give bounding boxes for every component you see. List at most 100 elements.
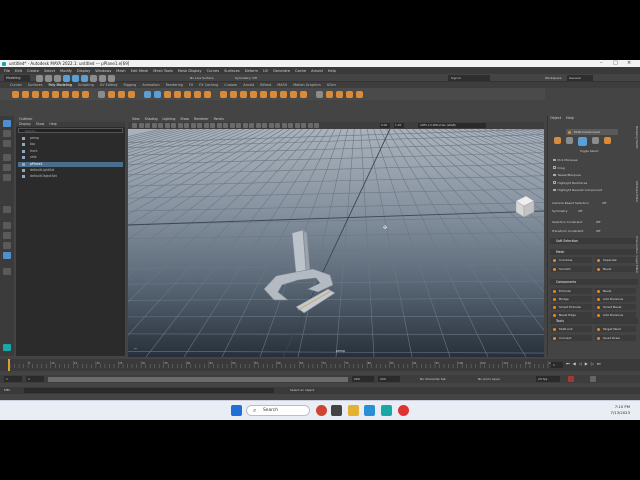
combine-icon[interactable] xyxy=(144,90,151,98)
current-frame-field[interactable]: 1 xyxy=(551,362,563,368)
outliner-item[interactable]: defaultLightSet xyxy=(18,168,123,173)
menu-uv[interactable]: UV xyxy=(263,69,268,73)
taskbar-clock[interactable]: 7:10 PM 7/13/2023 xyxy=(611,404,630,416)
target-weld-icon[interactable] xyxy=(290,90,297,98)
menu-arnold[interactable]: Arnold xyxy=(311,69,323,73)
shadows-icon[interactable] xyxy=(249,123,254,128)
shelf-tab-custom[interactable]: Custom xyxy=(224,83,237,87)
anim-layer-dropdown[interactable]: No Anim Layer xyxy=(478,376,500,382)
symmetry-state[interactable]: Off xyxy=(578,209,582,213)
select-camera-icon[interactable] xyxy=(132,123,137,128)
type-icon[interactable] xyxy=(118,90,125,98)
default-material-icon[interactable] xyxy=(229,123,235,128)
outliner-menu-display[interactable]: Display xyxy=(19,122,31,127)
selection-option[interactable]: Drag xyxy=(553,166,565,170)
exposure-icon[interactable] xyxy=(307,123,313,128)
camera-based-state[interactable]: Off xyxy=(602,201,606,205)
backface-culling-icon[interactable] xyxy=(301,123,306,128)
save-scene-icon[interactable] xyxy=(54,75,61,82)
outliner-item[interactable]: side xyxy=(18,155,123,160)
move-tool-icon[interactable] xyxy=(3,154,11,161)
selection-option[interactable]: Highlight Backfaces xyxy=(553,181,587,185)
xray-icon[interactable] xyxy=(281,123,287,128)
quad-draw-button[interactable]: Quad Draw xyxy=(595,335,636,341)
use-lights-icon[interactable] xyxy=(242,123,248,128)
outliner-item[interactable]: top xyxy=(18,142,123,147)
smooth-button[interactable]: Smooth xyxy=(551,266,592,272)
browser-icon[interactable] xyxy=(364,405,375,416)
outliner-item[interactable]: defaultObjectSet xyxy=(18,174,123,179)
checkbox-icon[interactable] xyxy=(553,166,556,169)
selection-option[interactable]: Tweak/Marquee xyxy=(553,173,581,177)
mel-input[interactable] xyxy=(24,388,274,393)
grid-icon[interactable] xyxy=(171,123,176,128)
outliner-search-input[interactable]: Search... xyxy=(18,128,123,133)
menu-mesh-tools[interactable]: Mesh Tools xyxy=(153,69,172,73)
checkbox-icon[interactable] xyxy=(553,173,556,176)
separate-icon[interactable] xyxy=(154,90,161,98)
view-cube[interactable] xyxy=(515,195,535,218)
multi-cut-icon[interactable] xyxy=(280,90,287,98)
menu-create[interactable]: Create xyxy=(27,69,39,73)
checkbox-icon[interactable] xyxy=(553,188,556,191)
range-bar[interactable] xyxy=(48,376,348,382)
shelf-tab-fx[interactable]: FX xyxy=(189,83,193,87)
connect-button[interactable]: Connect xyxy=(551,335,592,341)
textured-icon[interactable] xyxy=(236,123,241,128)
value-a-field[interactable]: 0.00 xyxy=(380,123,390,128)
attr-tab-help[interactable]: Help xyxy=(566,116,574,120)
sphere-icon[interactable] xyxy=(12,90,19,98)
menu-select[interactable]: Select xyxy=(44,69,55,73)
mirror-icon[interactable] xyxy=(204,90,211,98)
task-view-icon[interactable] xyxy=(316,405,327,416)
outliner-menu-help[interactable]: Help xyxy=(49,122,56,127)
menu-help[interactable]: Help xyxy=(328,69,336,73)
plane-icon[interactable] xyxy=(62,90,69,98)
gate-mask-icon[interactable] xyxy=(190,123,196,128)
camera-uv-icon[interactable] xyxy=(346,90,353,98)
snap-point-icon[interactable] xyxy=(108,75,115,82)
uv-mode-icon[interactable] xyxy=(604,137,611,144)
start-frame-field[interactable]: 1 xyxy=(4,376,22,382)
workspace-dropdown[interactable]: General xyxy=(567,75,593,81)
side-tab[interactable]: Modeling Toolkit xyxy=(635,126,639,149)
rotate-tool-icon[interactable] xyxy=(3,164,11,171)
shelf-tab-fx-caching[interactable]: FX Caching xyxy=(199,83,218,87)
smart-extrude-button[interactable]: Smart Extrude xyxy=(551,304,592,310)
object-mode-icon[interactable] xyxy=(554,137,561,144)
step-back-icon[interactable]: ◀ xyxy=(573,361,576,366)
widget-icon[interactable] xyxy=(331,405,342,416)
smooth-icon[interactable] xyxy=(184,90,191,98)
mode-dropdown[interactable]: Modeling xyxy=(4,75,30,81)
bridge-icon[interactable] xyxy=(230,90,237,98)
menu-edit-mesh[interactable]: Edit Mesh xyxy=(131,69,149,73)
menu-mesh-display[interactable]: Mesh Display xyxy=(178,69,202,73)
platonic-icon[interactable] xyxy=(82,90,89,98)
file-explorer-icon[interactable] xyxy=(348,405,359,416)
shelf-tab-arnold[interactable]: Arnold xyxy=(243,83,254,87)
resolution-gate-icon[interactable] xyxy=(184,123,189,128)
append-icon[interactable] xyxy=(250,90,257,98)
selection-option[interactable]: Pick Marquee xyxy=(553,158,578,162)
menu-edit[interactable]: Edit xyxy=(15,69,22,73)
chrome-icon[interactable] xyxy=(398,405,409,416)
outliner-menu-show[interactable]: Show xyxy=(36,122,45,127)
side-tab[interactable]: Channel Box / Layer Editor xyxy=(635,236,639,273)
menu-display[interactable]: Display xyxy=(77,69,90,73)
selection-constraint-state[interactable]: Off xyxy=(596,220,600,224)
isolate-select-icon[interactable] xyxy=(275,123,280,128)
select-hierarchy-icon[interactable] xyxy=(63,75,70,82)
separate-button[interactable]: Separate xyxy=(595,257,636,263)
shelf-tab-curves[interactable]: Curves xyxy=(10,83,22,87)
extrude-icon[interactable] xyxy=(220,90,227,98)
cut-uv-icon[interactable] xyxy=(356,90,363,98)
super-shape-icon[interactable] xyxy=(98,90,105,98)
scale-tool-icon[interactable] xyxy=(3,174,11,181)
extrude-button[interactable]: Extrude xyxy=(551,288,592,294)
color-space-dropdown[interactable]: ACES 1.0 SDR-video (sRGB) xyxy=(418,123,486,128)
menu-generate[interactable]: Generate xyxy=(273,69,290,73)
reduce-icon[interactable] xyxy=(194,90,201,98)
smooth-shade-icon[interactable] xyxy=(223,123,228,128)
viewport-scene[interactable]: ✣ ⌐ persp xyxy=(128,129,544,357)
maximize-icon[interactable]: □ xyxy=(613,60,618,67)
